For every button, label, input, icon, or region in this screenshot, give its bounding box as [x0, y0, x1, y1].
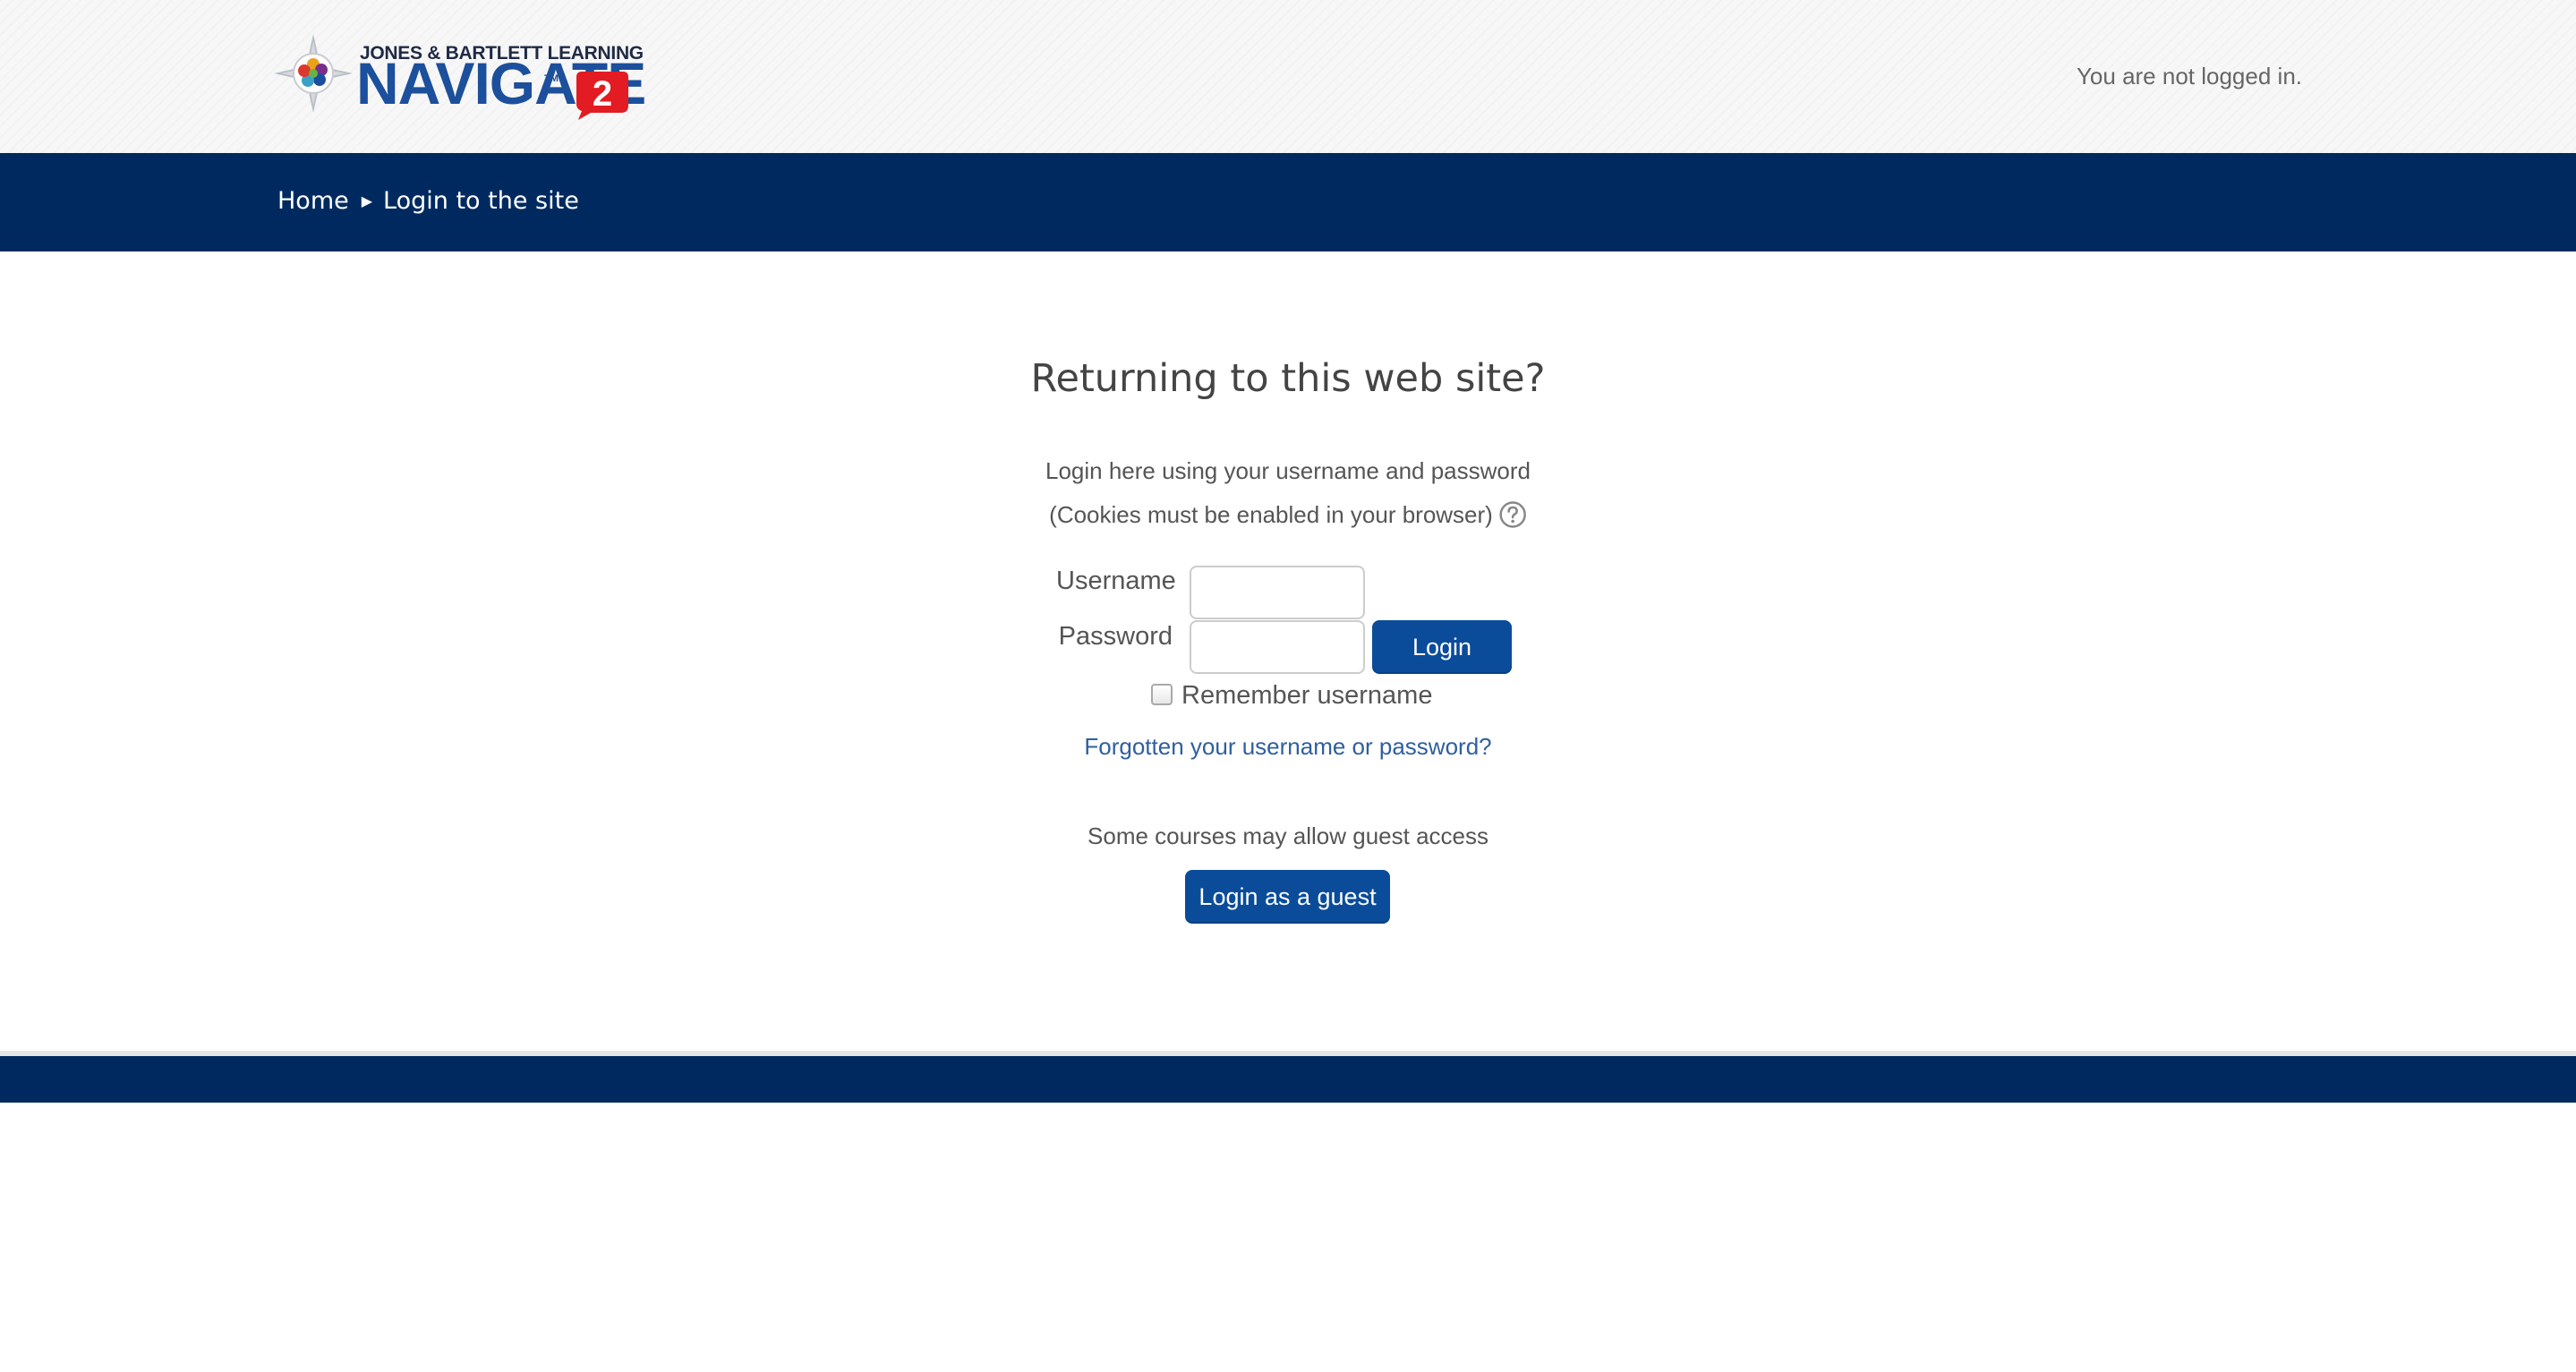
breadcrumb-current: Login to the site	[383, 187, 579, 215]
username-input[interactable]	[1190, 566, 1365, 619]
remember-username-row[interactable]: Remember username	[1151, 681, 1432, 711]
remember-username-label[interactable]: Remember username	[1181, 681, 1432, 711]
guest-access-note: Some courses may allow guest access	[1088, 822, 1488, 849]
login-instructions: Login here using your username and passw…	[1045, 457, 1531, 484]
cookies-note: (Cookies must be enabled in your browser…	[1049, 500, 1527, 529]
navigation-bar: Home ▶ Login to the site	[0, 153, 2576, 251]
logo-badge-text: 2	[593, 74, 612, 114]
remember-username-checkbox[interactable]	[1151, 683, 1173, 705]
compass-logo-icon	[274, 34, 353, 113]
username-label: Username	[1056, 567, 1176, 595]
login-status-text: You are not logged in.	[2076, 63, 2302, 89]
login-panel: Returning to this web site? Login here u…	[0, 251, 2576, 1051]
password-label: Password	[1058, 622, 1173, 651]
triangle-right-icon: ▶	[361, 192, 373, 209]
breadcrumb: Home ▶ Login to the site	[277, 187, 579, 215]
site-footer	[0, 1056, 2576, 1103]
logo-badge-icon: 2	[576, 72, 628, 120]
login-button[interactable]: Login	[1372, 620, 1512, 674]
site-logo[interactable]: JONES & BARTLETT LEARNING NAVIGATE TM 2	[272, 29, 646, 120]
login-as-guest-button[interactable]: Login as a guest	[1185, 870, 1390, 924]
page-heading: Returning to this web site?	[1030, 356, 1546, 401]
breadcrumb-home-link[interactable]: Home	[277, 187, 349, 215]
question-circle-icon[interactable]	[1498, 500, 1527, 529]
forgot-password-link[interactable]: Forgotten your username or password?	[1084, 733, 1491, 761]
password-input[interactable]	[1190, 620, 1365, 674]
site-header: JONES & BARTLETT LEARNING NAVIGATE TM 2 …	[0, 0, 2576, 153]
cookies-note-text: (Cookies must be enabled in your browser…	[1049, 500, 1493, 528]
logo-trademark: TM	[544, 73, 559, 84]
